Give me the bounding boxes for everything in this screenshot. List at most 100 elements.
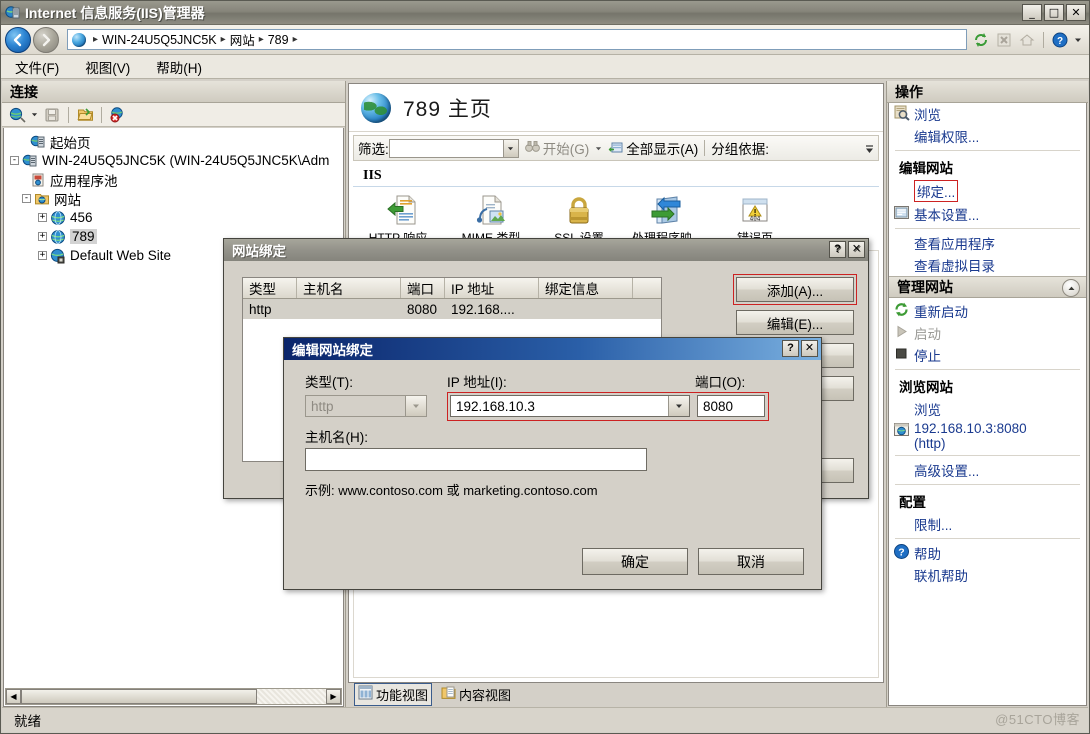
help-button[interactable]: ? [829, 241, 846, 258]
action-label[interactable]: 编辑权限... [914, 126, 979, 146]
edit-binding-button[interactable]: 编辑(E)... [736, 310, 854, 335]
tree-horizontal-scrollbar[interactable]: ◀ ▶ [5, 688, 342, 705]
connect-to-server-icon[interactable] [7, 105, 27, 125]
action-basic-settings[interactable]: 基本设置... [889, 203, 1086, 225]
action-bindings[interactable]: 绑定... [889, 179, 1086, 203]
site-icon [50, 229, 66, 245]
action-browse[interactable]: 浏览 [889, 103, 1086, 125]
action-help[interactable]: ? 帮助 [889, 542, 1086, 564]
scrollbar-track[interactable] [257, 689, 326, 704]
tree-item-sites[interactable]: - 网站 [10, 189, 343, 208]
close-button[interactable]: ✕ [801, 340, 818, 357]
connections-toolbar [2, 103, 345, 127]
action-label[interactable]: 绑定... [914, 180, 959, 202]
action-label-protocol[interactable]: (http) [914, 436, 1027, 451]
tree-item-site-456[interactable]: + 456 [10, 208, 343, 227]
action-label[interactable]: 限制... [914, 514, 952, 534]
close-button[interactable]: ✕ [1066, 4, 1086, 21]
action-browse-site[interactable]: 浏览 [889, 398, 1086, 420]
menu-help[interactable]: 帮助(H) [156, 57, 202, 77]
action-label[interactable]: 查看虚拟目录 [914, 255, 995, 275]
sites-folder-icon [34, 191, 50, 207]
tree-expander[interactable]: - [10, 156, 19, 165]
hostname-input[interactable] [305, 448, 647, 471]
minimize-button[interactable]: _ [1022, 4, 1042, 21]
chevron-down-icon[interactable] [405, 396, 426, 416]
close-button[interactable]: ✕ [848, 241, 865, 258]
tree-expander[interactable]: + [38, 251, 47, 260]
action-browse-address[interactable]: 192.168.10.3:8080 (http) [889, 420, 1086, 452]
tree-item-server[interactable]: - WIN-24U5Q5JNC5K (WIN-24U5Q5JNC5K\Adm [10, 151, 343, 170]
action-label[interactable]: 浏览 [914, 399, 941, 419]
breadcrumb-sites[interactable]: 网站 [230, 30, 255, 49]
back-arrow-icon[interactable] [5, 26, 31, 53]
show-all-button[interactable]: 全部显示(A) [608, 138, 698, 158]
help-icon[interactable]: ? [1050, 30, 1070, 50]
dropdown-icon[interactable] [1073, 30, 1083, 50]
column-header-port[interactable]: 端口 [401, 278, 445, 298]
column-header-type[interactable]: 类型 [243, 278, 297, 298]
tree-expander[interactable]: + [38, 232, 47, 241]
tree-item-app-pools[interactable]: 应用程序池 [10, 170, 343, 189]
tree-expander[interactable]: + [38, 213, 47, 222]
scroll-right-arrow[interactable]: ▶ [326, 689, 341, 704]
menu-view[interactable]: 视图(V) [85, 57, 130, 77]
help-button[interactable]: ? [782, 340, 799, 357]
column-header-info[interactable]: 绑定信息 [539, 278, 633, 298]
action-limits[interactable]: 限制... [889, 513, 1086, 535]
action-label[interactable]: 重新启动 [914, 301, 968, 321]
dropdown-icon[interactable] [30, 105, 39, 125]
action-label[interactable]: 帮助 [914, 543, 941, 563]
menu-file[interactable]: 文件(F) [15, 57, 59, 77]
forward-arrow-icon[interactable] [33, 26, 59, 53]
action-start: 启动 [889, 322, 1086, 344]
action-label[interactable]: 查看应用程序 [914, 233, 995, 253]
toolbar-divider [68, 106, 69, 123]
action-online-help[interactable]: 联机帮助 [889, 564, 1086, 586]
tree-expander[interactable]: - [22, 194, 31, 203]
add-binding-button[interactable]: 添加(A)... [733, 274, 857, 305]
column-header-extra[interactable] [633, 278, 661, 298]
action-label[interactable]: 停止 [914, 345, 941, 365]
app-pools-icon [30, 172, 46, 188]
maximize-button[interactable]: □ [1044, 4, 1064, 21]
group-by-label[interactable]: 分组依据: [711, 138, 769, 158]
tree-item-label: WIN-24U5Q5JNC5K (WIN-24U5Q5JNC5K\Adm [42, 153, 330, 168]
breadcrumb[interactable]: ▸ WIN-24U5Q5JNC5K ▸ 网站 ▸ 789 ▸ [67, 29, 967, 50]
action-view-applications[interactable]: 查看应用程序 [889, 232, 1086, 254]
chevron-up-icon[interactable] [1062, 279, 1080, 297]
scroll-left-arrow[interactable]: ◀ [6, 689, 21, 704]
overflow-chevron-icon[interactable] [865, 143, 874, 158]
ok-button[interactable]: 确定 [582, 548, 688, 575]
filter-go-button[interactable]: 开始(G) [524, 138, 589, 158]
action-edit-permissions[interactable]: 编辑权限... [889, 125, 1086, 147]
action-label[interactable]: 高级设置... [914, 460, 979, 480]
action-stop[interactable]: 停止 [889, 344, 1086, 366]
breadcrumb-server[interactable]: WIN-24U5Q5JNC5K [102, 33, 217, 47]
action-label[interactable]: 192.168.10.3:8080 [914, 421, 1027, 436]
tree-item-label: 应用程序池 [50, 173, 118, 189]
column-header-host[interactable]: 主机名 [297, 278, 401, 298]
open-site-icon[interactable] [75, 105, 95, 125]
breadcrumb-site[interactable]: 789 [268, 33, 289, 47]
table-row[interactable]: http 8080 192.168.... [243, 299, 661, 319]
filter-input[interactable] [388, 138, 519, 158]
action-advanced-settings[interactable]: 高级设置... [889, 459, 1086, 481]
column-header-ip[interactable]: IP 地址 [445, 278, 539, 298]
action-label[interactable]: 联机帮助 [914, 565, 968, 585]
action-label[interactable]: 浏览 [914, 104, 941, 124]
connections-header: 连接 [2, 81, 345, 103]
type-select[interactable]: http [305, 395, 427, 417]
refresh-icon[interactable] [971, 30, 991, 50]
action-view-virtual-directories[interactable]: 查看虚拟目录 [889, 254, 1086, 276]
tab-content-view[interactable]: 内容视图 [438, 684, 514, 705]
disconnect-icon[interactable] [108, 105, 128, 125]
tree-item-start-page[interactable]: 起始页 [10, 132, 343, 151]
tab-features-view[interactable]: 功能视图 [354, 682, 433, 706]
filter-go-dropdown[interactable] [595, 145, 602, 152]
chevron-down-icon[interactable] [502, 139, 518, 157]
scrollbar-thumb[interactable] [21, 689, 257, 704]
action-restart[interactable]: 重新启动 [889, 298, 1086, 322]
action-label[interactable]: 基本设置... [914, 204, 979, 224]
cancel-button[interactable]: 取消 [698, 548, 804, 575]
